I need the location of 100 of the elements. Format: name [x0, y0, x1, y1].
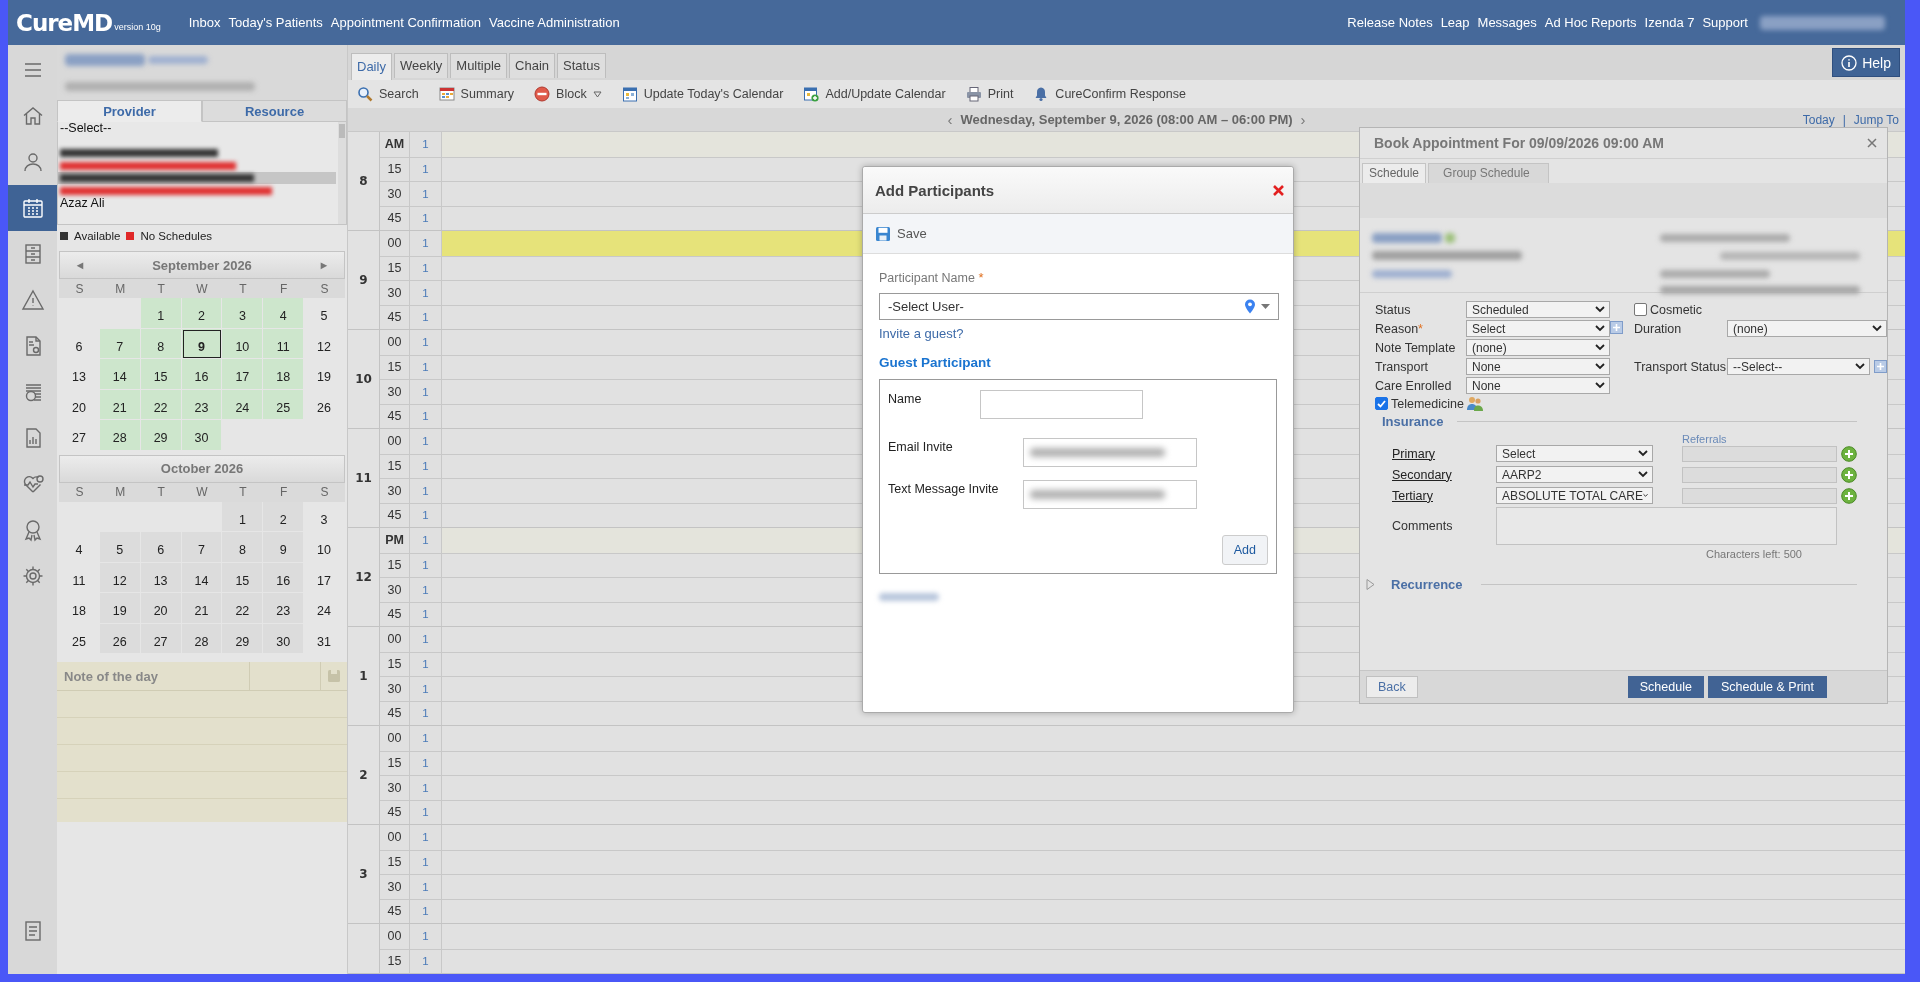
calendar-day[interactable]: 25 — [263, 389, 305, 420]
calendar-day[interactable]: 30 — [263, 623, 305, 654]
slot-count[interactable]: 1 — [422, 484, 429, 497]
link[interactable]: Jump To — [1853, 112, 1899, 127]
slot-count[interactable]: 1 — [422, 707, 429, 720]
calendar-day[interactable]: 19 — [99, 593, 141, 624]
calendar-day[interactable]: 28 — [99, 420, 141, 451]
nav-link[interactable]: Inbox — [188, 15, 221, 30]
slot-count[interactable]: 1 — [422, 658, 429, 671]
save-icon[interactable] — [327, 669, 341, 683]
dropdown[interactable]: --Select-- — [1727, 358, 1870, 375]
slot-count[interactable]: 1 — [422, 509, 429, 522]
help-button[interactable]: Help — [1832, 48, 1900, 77]
blurred-text[interactable] — [60, 174, 254, 183]
insurance-link[interactable]: Secondary — [1392, 467, 1496, 482]
dropdown[interactable]: None — [1466, 358, 1610, 375]
dropdown[interactable]: Select — [1466, 320, 1610, 337]
insurance-link[interactable]: Primary — [1392, 446, 1496, 461]
toolbar-button[interactable]: CureConfirm Response — [1033, 86, 1186, 102]
input-field[interactable] — [1023, 438, 1197, 467]
calendar-day[interactable]: 8 — [222, 532, 264, 563]
calendar-day[interactable]: 31 — [304, 623, 345, 654]
calendar-day[interactable]: 25 — [59, 623, 100, 654]
slot-count[interactable]: 1 — [422, 187, 429, 200]
close-button[interactable] — [1272, 183, 1285, 197]
scrollbar[interactable] — [338, 122, 346, 224]
invite-link[interactable]: Invite a guest? — [879, 326, 964, 341]
add-icon[interactable] — [1841, 466, 1857, 483]
calendar-day[interactable]: 4 — [263, 298, 305, 329]
calendar-day[interactable]: 16 — [263, 562, 305, 593]
calendar-day[interactable]: 10 — [304, 532, 345, 563]
calendar-day[interactable]: 3 — [222, 298, 264, 329]
slot-count[interactable]: 1 — [422, 608, 429, 621]
add-icon[interactable] — [1610, 320, 1623, 334]
referral-field[interactable] — [1682, 487, 1837, 504]
nav-link[interactable]: Messages — [1477, 15, 1537, 30]
slot-count[interactable]: 1 — [422, 955, 429, 968]
dropdown[interactable]: AARP2 — [1496, 466, 1653, 483]
calendar-day[interactable]: 19 — [304, 359, 345, 390]
calendar-day[interactable]: 6 — [59, 328, 100, 359]
calendar-day[interactable]: 2 — [263, 501, 305, 532]
toolbar-button[interactable]: Summary — [438, 86, 515, 102]
slot-count[interactable]: 1 — [422, 163, 429, 176]
add-icon[interactable] — [1841, 487, 1857, 504]
participant-dropdown[interactable]: -Select User- — [879, 293, 1279, 320]
nav-link[interactable]: Leap — [1440, 15, 1470, 30]
action-button[interactable]: Schedule — [1627, 676, 1704, 698]
calendar-day[interactable]: 1 — [140, 298, 182, 329]
slot-count[interactable]: 1 — [422, 559, 429, 572]
nav-link[interactable]: Vaccine Administration — [489, 15, 620, 30]
slot-count[interactable]: 1 — [422, 385, 429, 398]
calendar-day[interactable]: 26 — [304, 389, 345, 420]
slot-count[interactable]: 1 — [422, 286, 429, 299]
calendar-day[interactable]: 21 — [181, 593, 223, 624]
slot-count[interactable]: 1 — [422, 460, 429, 473]
nav-link[interactable]: Release Notes — [1347, 15, 1433, 30]
slot-count[interactable]: 1 — [422, 905, 429, 918]
calendar-day[interactable]: 20 — [140, 593, 182, 624]
tab[interactable]: Resource — [202, 100, 347, 122]
tab[interactable]: Weekly — [393, 53, 449, 78]
tab[interactable]: Schedule — [1362, 163, 1427, 183]
calendar-day[interactable]: 17 — [304, 562, 345, 593]
slot-count[interactable]: 1 — [422, 311, 429, 324]
slot-count[interactable]: 1 — [422, 583, 429, 596]
calendar-day[interactable]: 17 — [222, 359, 264, 390]
slot-count[interactable]: 1 — [422, 732, 429, 745]
tab[interactable]: Multiple — [450, 53, 508, 78]
calendar-day[interactable]: 29 — [140, 420, 182, 451]
caret-right-icon[interactable] — [1366, 579, 1375, 590]
tab[interactable]: Status — [557, 53, 606, 78]
toolbar-button[interactable]: Print — [965, 86, 1014, 102]
input-field[interactable] — [980, 390, 1143, 419]
calendar-day[interactable]: 13 — [59, 359, 100, 390]
calendar-day[interactable]: 2 — [181, 298, 223, 329]
tab[interactable]: Provider — [57, 100, 202, 122]
slot-count[interactable]: 1 — [422, 930, 429, 943]
calendar-day[interactable]: 29 — [222, 623, 264, 654]
slot-count[interactable]: 1 — [422, 806, 429, 819]
slot-count[interactable]: 1 — [422, 534, 429, 547]
nav-link[interactable]: Support — [1702, 15, 1748, 30]
calendar-day[interactable]: 20 — [59, 389, 100, 420]
calendar-day[interactable]: 15 — [222, 562, 264, 593]
comments-field[interactable] — [1496, 507, 1837, 545]
calendar-day[interactable]: 5 — [304, 298, 345, 329]
calendar-day[interactable]: 23 — [263, 593, 305, 624]
calendar-day[interactable]: 12 — [304, 328, 345, 359]
dropdown[interactable]: (none) — [1466, 339, 1610, 356]
calendar-day[interactable]: 14 — [99, 359, 141, 390]
slot-count[interactable]: 1 — [422, 212, 429, 225]
checkbox[interactable] — [1634, 303, 1647, 316]
blurred-text[interactable] — [60, 186, 272, 195]
nav-link[interactable]: Appointment Confirmation — [330, 15, 482, 30]
calendar-day[interactable]: 1 — [222, 501, 264, 532]
blurred-text[interactable] — [60, 161, 236, 170]
calendar-day[interactable]: 24 — [304, 593, 345, 624]
calendar-day[interactable]: 11 — [263, 328, 305, 359]
input-field[interactable] — [1023, 480, 1197, 509]
dropdown[interactable]: (none) — [1727, 320, 1887, 337]
referral-field[interactable] — [1682, 445, 1837, 462]
slot-count[interactable]: 1 — [422, 435, 429, 448]
